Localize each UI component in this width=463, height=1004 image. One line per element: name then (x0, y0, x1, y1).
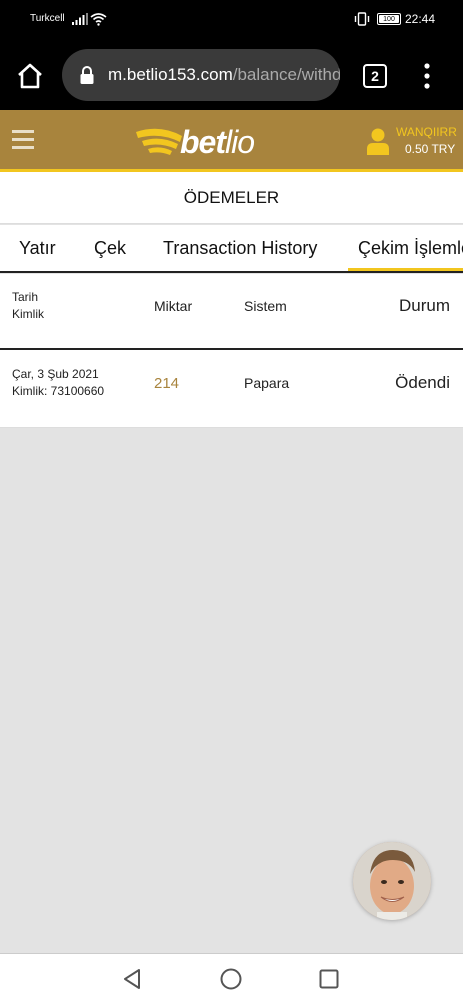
header-date: Tarih (12, 290, 39, 304)
withdrawals-table: Tarih Kimlik Miktar Sistem Durum Çar, 3 … (0, 274, 463, 428)
header-amount: Miktar (154, 298, 193, 314)
header-date-id: Tarih Kimlik (12, 289, 44, 323)
support-agent-avatar-icon (353, 842, 431, 920)
battery-icon: 100 (377, 13, 401, 25)
lock-icon (80, 66, 94, 84)
site-header: betlio WANQIIRR 0.50 TRY (0, 110, 463, 172)
logo-wave-icon (136, 128, 182, 155)
logo-text-lio: lio (225, 124, 255, 160)
url-domain: m.betlio153.com (108, 65, 233, 84)
tab-withdrawal-transactions[interactable]: Çekim İşlemle (348, 225, 463, 271)
back-icon[interactable] (122, 968, 142, 990)
wifi-icon (90, 13, 107, 26)
signal-icon (72, 13, 88, 25)
home-circle-icon[interactable] (220, 968, 242, 990)
home-icon[interactable] (16, 62, 44, 90)
browser-toolbar: m.betlio153.com/balance/withdr 2 (0, 40, 463, 110)
system-nav-bar (0, 953, 463, 1004)
recent-apps-icon[interactable] (319, 969, 339, 989)
carrier-label: Turkcell (30, 13, 65, 24)
row-amount: 214 (154, 375, 180, 392)
tab-withdraw[interactable]: Çek (94, 225, 126, 271)
account-balance: 0.50 TRY (405, 142, 456, 156)
user-icon[interactable] (366, 127, 390, 155)
live-chat-button[interactable] (353, 842, 431, 920)
site-logo[interactable]: betlio (134, 122, 274, 162)
row-system: Papara (244, 375, 290, 391)
page-title: ÖDEMELER (0, 172, 463, 224)
vibrate-icon (354, 12, 370, 26)
more-options-icon[interactable] (420, 62, 434, 90)
row-date-id: Çar, 3 Şub 2021 Kimlik: 73100660 (12, 366, 104, 400)
tab-transaction-history[interactable]: Transaction History (163, 225, 317, 271)
header-system: Sistem (244, 298, 287, 314)
status-bar: Turkcell 100 22:44 (0, 0, 463, 40)
clock: 22:44 (405, 12, 436, 26)
tab-switcher-button[interactable]: 2 (363, 64, 387, 88)
battery-level: 100 (383, 16, 395, 23)
menu-icon[interactable] (12, 130, 34, 152)
payment-tabs: Yatır Çek Transaction History Çekim İşle… (0, 225, 463, 273)
url-text: m.betlio153.com/balance/withdr (108, 65, 340, 85)
table-header: Tarih Kimlik Miktar Sistem Durum (0, 274, 463, 350)
table-row[interactable]: Çar, 3 Şub 2021 Kimlik: 73100660 214 Pap… (0, 352, 463, 428)
address-bar[interactable]: m.betlio153.com/balance/withdr (62, 49, 340, 101)
header-status: Durum (398, 296, 450, 315)
tab-deposit[interactable]: Yatır (19, 225, 56, 271)
header-id: Kimlik (12, 307, 44, 321)
row-id: Kimlik: 73100660 (12, 384, 105, 398)
row-date: Çar, 3 Şub 2021 (12, 367, 99, 381)
logo-text-bet: bet (180, 124, 226, 160)
username[interactable]: WANQIIRR (396, 125, 457, 139)
row-status: Ödendi (395, 373, 450, 392)
url-path: /balance/withdr (232, 65, 340, 84)
